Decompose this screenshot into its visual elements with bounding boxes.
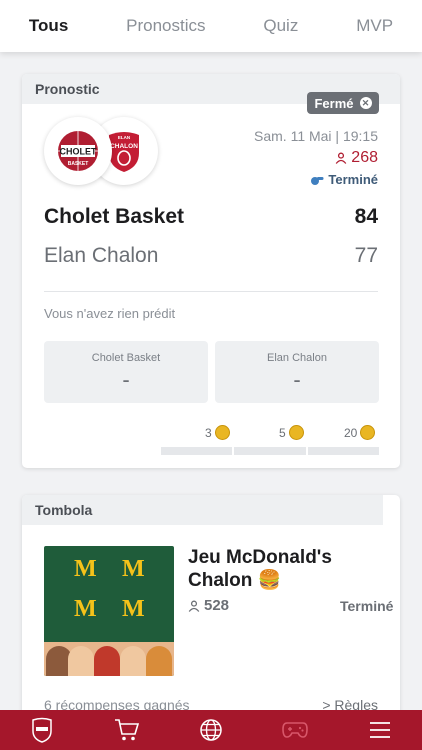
mcdonalds-logo: M	[122, 556, 145, 582]
cholet-basket-icon: CHOLET BASKET	[58, 131, 98, 171]
tombola-card-header: Tombola	[22, 495, 383, 525]
home-team-row: Cholet Basket 84	[44, 205, 378, 229]
home-team-name: Cholet Basket	[44, 205, 185, 228]
mcdonalds-promo-image: M M M M	[44, 546, 174, 676]
away-prediction-box: Elan Chalon -	[215, 341, 379, 403]
gamepad-icon[interactable]	[280, 715, 310, 745]
globe-icon[interactable]	[196, 715, 226, 745]
no-prediction-text: Vous n'avez rien prédit	[44, 306, 176, 321]
away-team-row: Elan Chalon 77	[44, 244, 378, 268]
match-date: Sam. 11 Mai | 19:15	[254, 128, 378, 144]
coin-icon	[214, 425, 230, 440]
prediction-card[interactable]: Pronostic Fermé ✕ CHOLET BASKET ELAN CHA…	[22, 74, 400, 468]
tombola-card[interactable]: Tombola M M M M Jeu McDonald's Chalon 🍔 …	[22, 495, 400, 735]
mcdonalds-logo: M	[74, 596, 97, 622]
away-prediction-label: Elan Chalon	[267, 352, 327, 364]
away-team-score: 77	[354, 244, 378, 267]
progress-segment	[307, 447, 379, 455]
tab-quiz[interactable]: Quiz	[255, 16, 306, 36]
reward-tier-3: 20	[344, 425, 376, 440]
divider	[44, 291, 378, 292]
reward-progress-bars	[161, 447, 379, 455]
participants-value: 268	[351, 149, 378, 166]
person-icon	[335, 152, 347, 164]
closed-status-label: Fermé	[314, 95, 354, 111]
home-prediction-box: Cholet Basket -	[44, 341, 208, 403]
progress-segment	[161, 447, 233, 455]
mcdonalds-logo: M	[122, 596, 145, 622]
coin-icon	[360, 425, 376, 440]
cart-icon[interactable]	[112, 715, 142, 745]
home-team-score: 84	[354, 205, 378, 228]
reward-tier-2-value: 5	[279, 425, 286, 440]
tab-all[interactable]: Tous	[21, 16, 76, 36]
cholet-logo-sub: BASKET	[68, 161, 89, 167]
person-icon	[188, 600, 200, 612]
bottom-nav-bar	[0, 710, 422, 750]
menu-icon[interactable]	[365, 715, 395, 745]
tombola-participants-value: 528	[204, 597, 230, 614]
away-prediction-value: -	[293, 367, 301, 392]
club-logo-icon[interactable]	[27, 715, 57, 745]
tombola-status: Terminé	[340, 598, 394, 614]
match-status: Terminé	[310, 172, 378, 187]
reward-tier-1-value: 3	[205, 425, 212, 440]
coin-icon	[288, 425, 304, 440]
progress-segment	[234, 447, 306, 455]
cholet-logo-text: CHOLET	[60, 147, 98, 157]
mcdonalds-logo: M	[74, 556, 97, 582]
reward-tier-2: 5	[279, 425, 304, 440]
tombola-participants: 528	[188, 597, 229, 614]
reward-tier-3-value: 20	[344, 425, 358, 440]
participants-count: 268	[335, 149, 378, 167]
home-prediction-label: Cholet Basket	[91, 352, 161, 364]
closed-status-chip: Fermé ✕	[307, 92, 379, 114]
away-team-name: Elan Chalon	[44, 244, 159, 267]
reward-tier-1: 3	[205, 425, 230, 440]
tombola-title: Jeu McDonald's Chalon 🍔	[188, 547, 332, 591]
match-status-label: Terminé	[328, 172, 378, 187]
close-circle-icon: ✕	[359, 97, 372, 109]
crowd-illustration	[44, 642, 174, 676]
tab-mvp[interactable]: MVP	[348, 16, 401, 36]
top-tab-bar: Tous Pronostics Quiz MVP	[0, 0, 422, 52]
cholet-logo: CHOLET BASKET	[44, 117, 112, 185]
chalon-logo-text: CHALON	[110, 143, 138, 150]
tab-predictions[interactable]: Pronostics	[118, 16, 213, 36]
whistle-icon	[311, 176, 324, 185]
home-prediction-value: -	[122, 367, 130, 392]
chalon-logo-sub: ELAN	[118, 135, 130, 140]
